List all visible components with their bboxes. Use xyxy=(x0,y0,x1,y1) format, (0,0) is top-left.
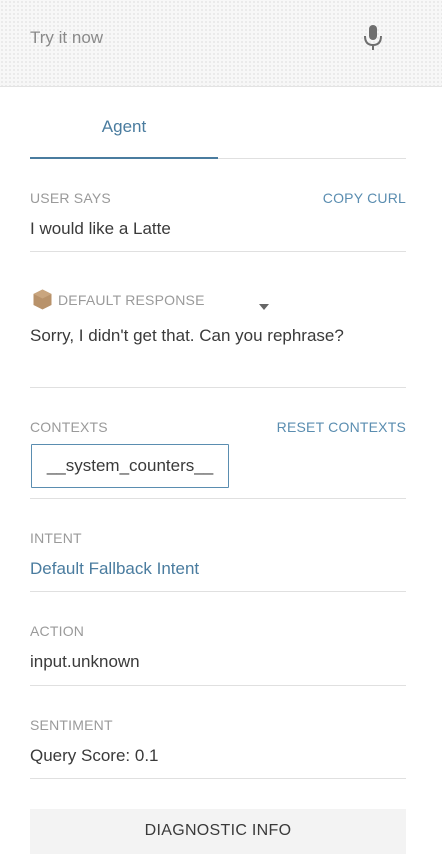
sentiment-value: Query Score: 0.1 xyxy=(30,746,159,765)
action-value: input.unknown xyxy=(30,652,140,671)
intent-value-link[interactable]: Default Fallback Intent xyxy=(30,559,199,579)
user-says-text: I would like a Latte xyxy=(30,219,171,238)
try-it-input[interactable] xyxy=(30,26,350,50)
reset-contexts-link[interactable]: RESET CONTEXTS xyxy=(277,419,406,435)
action-label: ACTION xyxy=(30,623,85,639)
intent-section: INTENT Default Fallback Intent xyxy=(30,528,406,592)
copy-curl-link[interactable]: COPY CURL xyxy=(323,190,406,206)
chevron-down-icon[interactable] xyxy=(259,297,269,310)
diagnostic-info-button[interactable]: DIAGNOSTIC INFO xyxy=(30,809,406,854)
user-says-label: USER SAYS xyxy=(30,190,111,206)
sentiment-label: SENTIMENT xyxy=(30,717,113,733)
intent-label: INTENT xyxy=(30,530,82,546)
contexts-section: CONTEXTS RESET CONTEXTS __system_counter… xyxy=(30,417,406,499)
hexagon-icon xyxy=(33,289,52,310)
default-response-section: DEFAULT RESPONSE Sorry, I didn't get tha… xyxy=(30,289,406,388)
default-response-text: Sorry, I didn't get that. Can you rephra… xyxy=(30,326,344,345)
context-chip[interactable]: __system_counters__ xyxy=(31,444,229,488)
sentiment-section: SENTIMENT Query Score: 0.1 xyxy=(30,715,406,779)
microphone-icon[interactable] xyxy=(362,24,384,52)
tab-bar: Agent xyxy=(30,110,406,159)
user-says-section: USER SAYS COPY CURL I would like a Latte xyxy=(30,188,406,252)
default-response-label: DEFAULT RESPONSE xyxy=(58,292,205,308)
tab-agent[interactable]: Agent xyxy=(30,110,218,159)
action-section: ACTION input.unknown xyxy=(30,621,406,686)
try-it-bar xyxy=(0,0,442,87)
contexts-label: CONTEXTS xyxy=(30,419,108,435)
